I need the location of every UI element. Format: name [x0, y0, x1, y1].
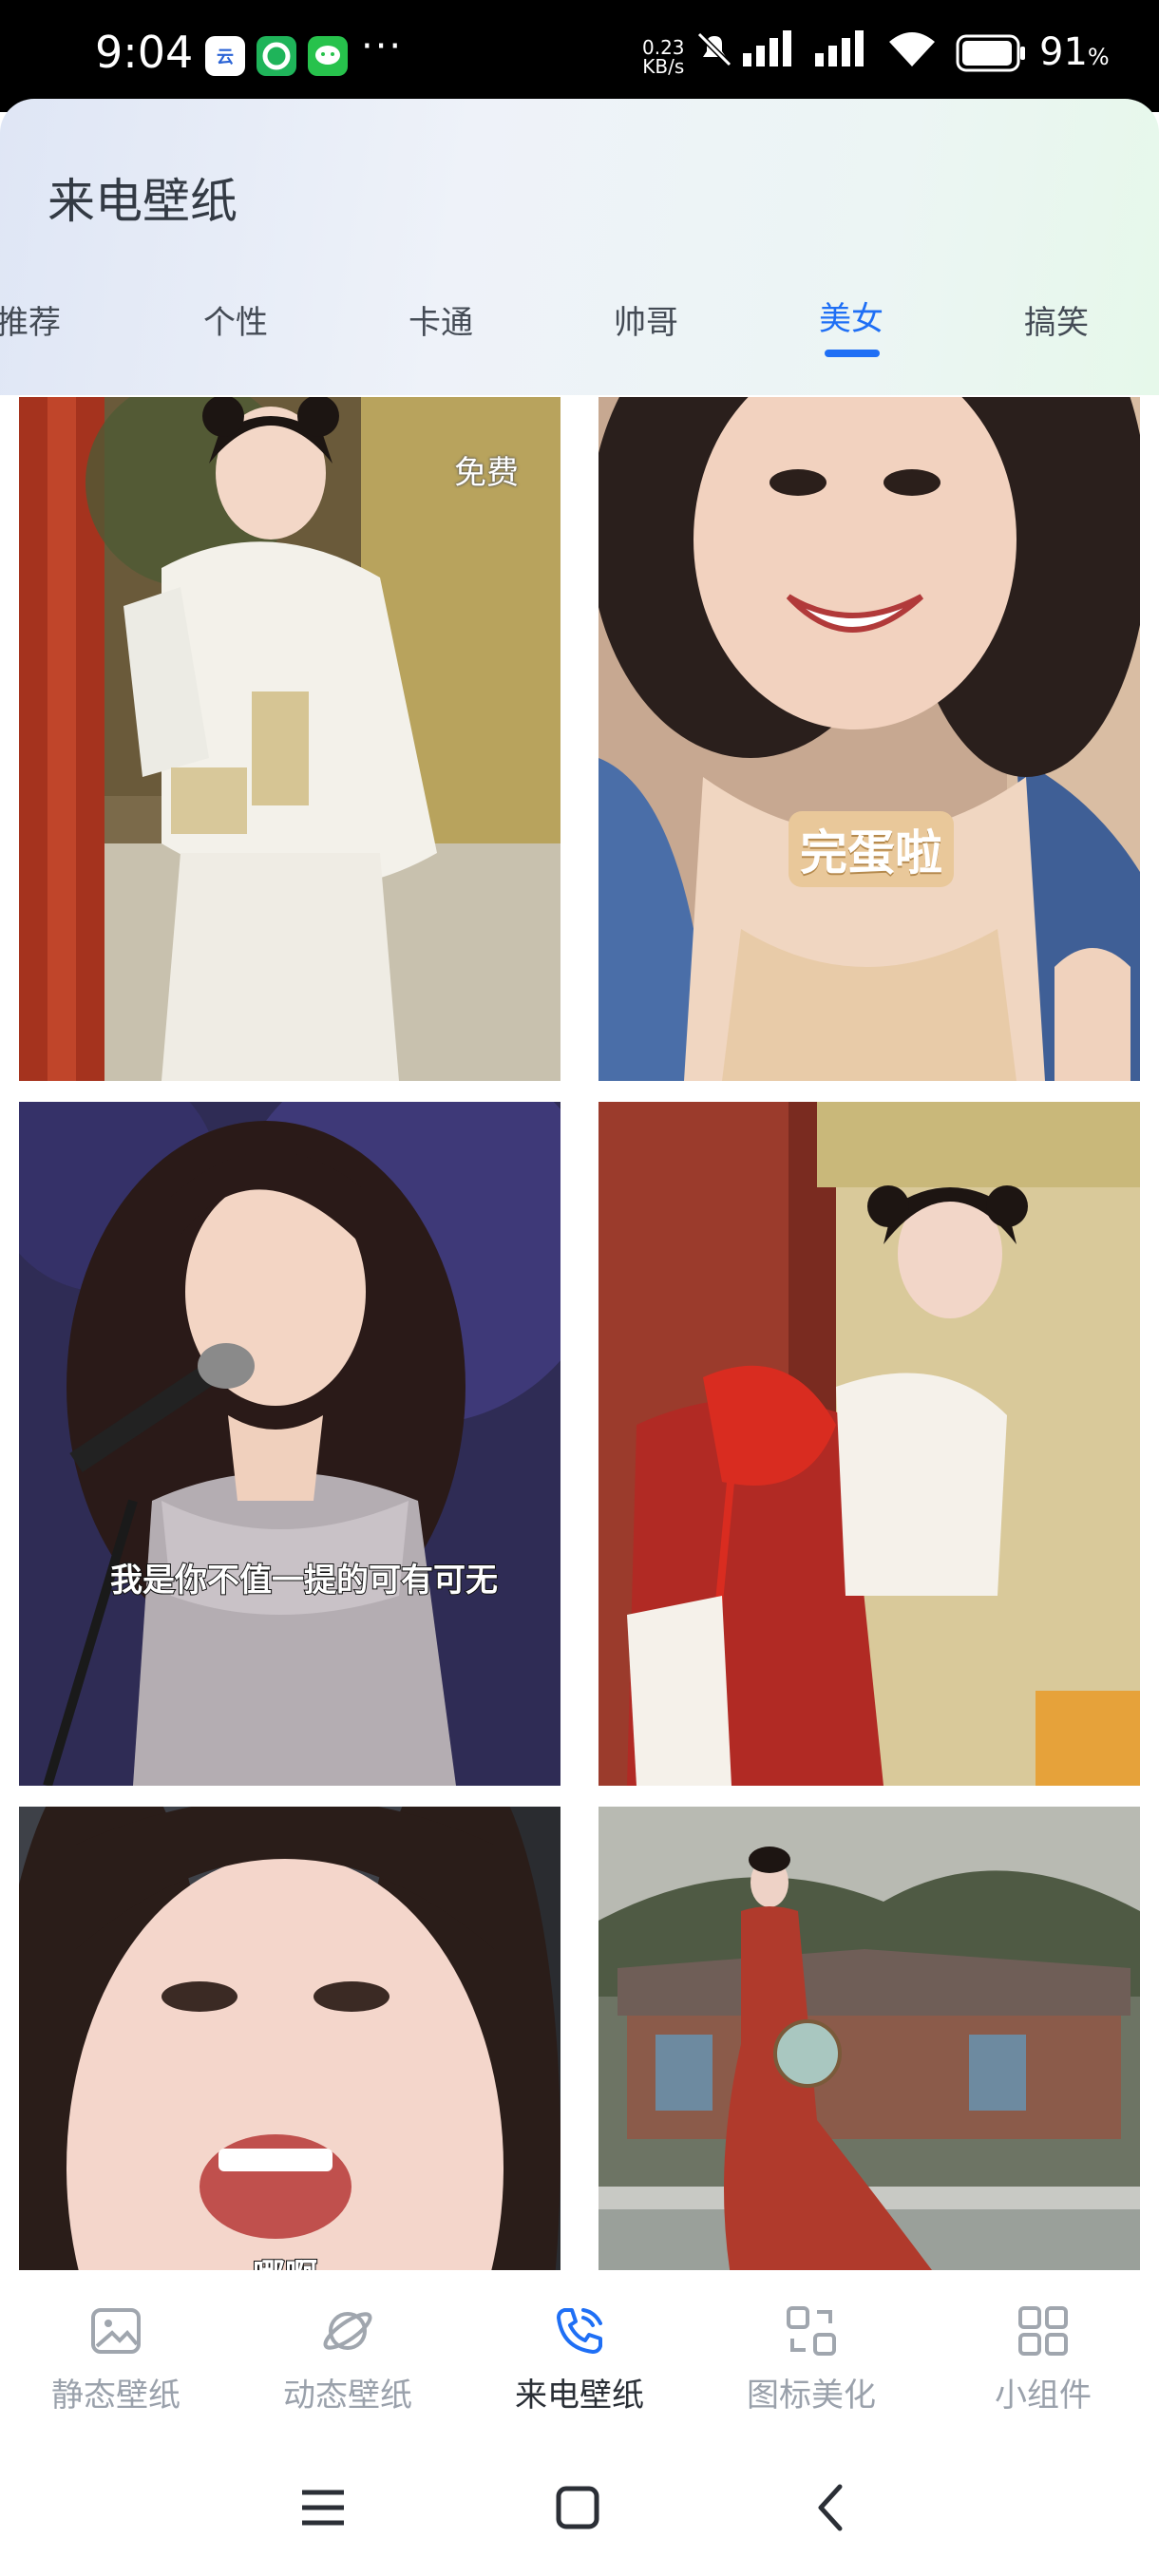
network-speed-value: 0.23 [642, 36, 685, 59]
phone-call-icon [557, 2308, 602, 2354]
bottom-nav: 静态壁纸 动态壁纸 来电壁纸 图标美化 小组件 [0, 2270, 1159, 2432]
nav-widgets[interactable]: 小组件 [948, 2302, 1138, 2415]
nav-icon-beautify[interactable]: 图标美化 [716, 2302, 906, 2415]
wallpaper-grid: 免费 完蛋啦 我是你不值一提的可有可无 [0, 397, 1159, 2270]
wallpaper-image [19, 1102, 560, 1786]
svg-text:云: 云 [217, 47, 234, 67]
wallpaper-image [598, 1807, 1140, 2270]
nav-call-wallpaper[interactable]: 来电壁纸 [484, 2302, 674, 2415]
home-icon[interactable] [549, 2479, 606, 2536]
tab-recommend[interactable]: 推荐 [0, 296, 61, 343]
menu-icon[interactable] [294, 2479, 352, 2536]
nav-label: 静态壁纸 [51, 2377, 180, 2415]
back-icon[interactable] [804, 2479, 861, 2536]
category-tabs: 推荐 个性 卡通 帅哥 美女 搞笑 [0, 296, 1159, 391]
page-title: 来电壁纸 [48, 174, 238, 229]
nav-label: 小组件 [995, 2377, 1092, 2415]
nav-static-wallpaper[interactable]: 静态壁纸 [21, 2302, 211, 2415]
video-caption: 我是你不值一提的可有可无 [109, 1561, 499, 1601]
signal-icon [813, 28, 870, 74]
planet-icon [323, 2312, 372, 2350]
wallpaper-card[interactable] [598, 1807, 1140, 2270]
wallpaper-card[interactable]: 免费 [19, 397, 560, 1081]
nav-label: 来电壁纸 [515, 2377, 644, 2415]
tab-cartoon[interactable]: 卡通 [408, 296, 473, 343]
nav-live-wallpaper[interactable]: 动态壁纸 [253, 2302, 443, 2415]
status-bar: 9:04 云 ··· 0.23 KB/s 91% [0, 0, 1159, 112]
battery-icon [956, 34, 1028, 76]
image-icon [91, 2308, 141, 2354]
wallpaper-card[interactable]: 哪啊 [19, 1807, 560, 2270]
nav-label: 动态壁纸 [283, 2377, 412, 2415]
nav-label: 图标美化 [747, 2377, 876, 2415]
status-time: 9:04 [95, 27, 194, 78]
system-navigation-bar [0, 2432, 1159, 2576]
swap-icon [787, 2306, 836, 2356]
tab-handsome[interactable]: 帅哥 [614, 296, 678, 343]
network-speed: 0.23 KB/s [642, 38, 685, 76]
sticker-text: 完蛋啦 [788, 811, 954, 887]
wallpaper-image [598, 1102, 1140, 1786]
signal-icon [741, 28, 798, 74]
wallpaper-image [598, 397, 1140, 1081]
tab-funny[interactable]: 搞笑 [1024, 296, 1089, 343]
wallpaper-card[interactable]: 完蛋啦 [598, 397, 1140, 1081]
tab-beauty[interactable]: 美女 [819, 293, 884, 339]
battery-level-value: 91 [1039, 30, 1088, 74]
free-badge: 免费 [454, 454, 519, 492]
mute-icon [694, 28, 735, 74]
battery-level-unit: % [1087, 44, 1110, 70]
wallpaper-image [19, 397, 560, 1081]
battery-level: 91% [1039, 30, 1110, 74]
wallpaper-card[interactable]: 我是你不值一提的可有可无 [19, 1102, 560, 1786]
active-tab-indicator [825, 350, 880, 357]
wallpaper-card[interactable] [598, 1102, 1140, 1786]
network-speed-unit: KB/s [642, 55, 685, 78]
video-caption: 哪啊 [252, 2249, 318, 2270]
widgets-icon [1018, 2306, 1068, 2356]
wallpaper-image [19, 1807, 560, 2270]
more-notifications: ··· [361, 25, 404, 68]
sync-app-icon [256, 36, 296, 76]
tab-personality[interactable]: 个性 [203, 296, 268, 343]
wechat-icon [308, 36, 348, 76]
cloud-app-icon: 云 [205, 36, 245, 76]
wifi-icon [885, 28, 939, 74]
